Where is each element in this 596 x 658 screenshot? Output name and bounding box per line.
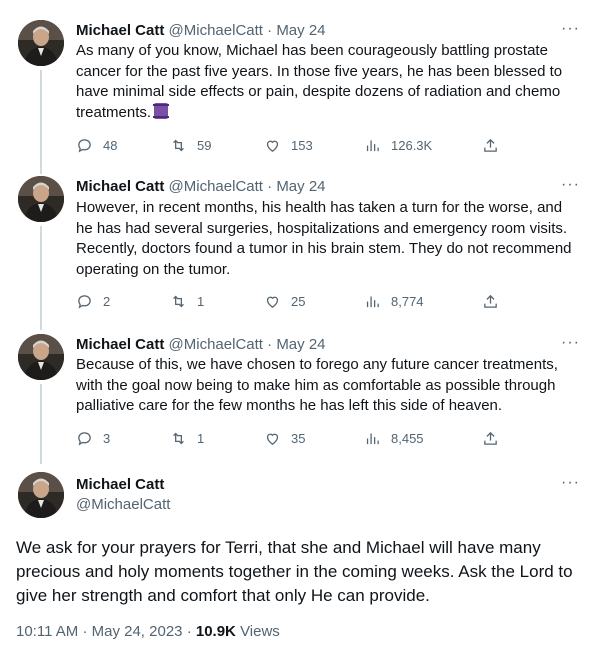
reply-icon — [78, 294, 91, 308]
author-handle[interactable]: @MichaelCatt — [169, 178, 263, 195]
tweet-full-date[interactable]: May 24, 2023 — [92, 623, 183, 640]
more-options-icon[interactable]: ··· — [561, 20, 580, 38]
views-count: 126.3K — [391, 137, 433, 153]
like-count: 153 — [291, 137, 313, 153]
retweet-icon — [173, 295, 184, 307]
reply-icon — [78, 138, 91, 152]
share-button[interactable] — [482, 291, 499, 311]
avatar[interactable] — [18, 176, 64, 222]
author-name[interactable]: Michael Catt — [76, 336, 164, 353]
share-icon — [484, 294, 497, 308]
views-count: 8,455 — [391, 430, 424, 446]
like-button[interactable]: 25 — [264, 291, 305, 311]
retweet-button[interactable]: 1 — [170, 428, 204, 448]
heart-icon — [266, 296, 279, 308]
avatar[interactable] — [18, 20, 64, 66]
tweet-date[interactable]: May 24 — [276, 178, 325, 195]
main-tweet-text: We ask for your prayers for Terri, that … — [16, 538, 573, 605]
separator-dot: · — [267, 22, 273, 39]
retweet-count: 1 — [197, 293, 205, 309]
avatar[interactable] — [18, 472, 64, 518]
author-name[interactable]: Michael Catt — [76, 178, 164, 195]
more-options-icon[interactable]: ··· — [561, 176, 580, 194]
views-count: 8,774 — [391, 293, 424, 309]
separator-dot: · — [82, 623, 88, 640]
tweet-meta: 10:11 AM · May 24, 2023 · 10.9K Views — [16, 623, 280, 640]
heart-icon — [266, 433, 279, 445]
retweet-button[interactable]: 1 — [170, 291, 204, 311]
separator-dot: · — [186, 623, 192, 640]
thread-line — [40, 70, 42, 174]
views-chart-icon — [366, 433, 379, 444]
avatar[interactable] — [18, 334, 64, 380]
purple-ribbon-emoji-icon — [153, 102, 170, 119]
views-button[interactable]: 8,774 — [364, 291, 424, 311]
like-count: 25 — [291, 293, 306, 309]
heart-icon — [266, 140, 279, 152]
retweet-icon — [173, 432, 184, 444]
separator-dot: · — [267, 178, 273, 195]
like-button[interactable]: 153 — [264, 135, 313, 155]
views-button[interactable]: 126.3K — [364, 135, 432, 155]
author-name[interactable]: Michael Catt — [76, 476, 164, 493]
author-handle[interactable]: @MichaelCatt — [76, 496, 170, 513]
tweet-time[interactable]: 10:11 AM — [16, 623, 78, 640]
tweet-text: Because of this, we have chosen to foreg… — [76, 356, 558, 414]
share-icon — [484, 431, 497, 445]
share-button[interactable] — [482, 428, 499, 448]
tweet-text: As many of you know, Michael has been co… — [76, 42, 563, 121]
tweet-date[interactable]: May 24 — [276, 336, 325, 353]
retweet-button[interactable]: 59 — [170, 135, 211, 155]
views-chart-icon — [366, 296, 379, 307]
tweet-date[interactable]: May 24 — [276, 22, 325, 39]
share-icon — [484, 138, 497, 152]
reply-count: 2 — [103, 293, 111, 309]
author-name[interactable]: Michael Catt — [76, 22, 164, 39]
reply-count: 48 — [103, 137, 118, 153]
views-button[interactable]: 8,455 — [364, 428, 424, 448]
views-chart-icon — [366, 140, 379, 151]
retweet-count: 1 — [197, 430, 205, 446]
thread-line — [40, 226, 42, 330]
separator-dot: · — [267, 336, 273, 353]
reply-count: 3 — [103, 430, 111, 446]
more-options-icon[interactable]: ··· — [561, 474, 580, 492]
share-button[interactable] — [482, 135, 499, 155]
reply-icon — [78, 431, 91, 445]
tweet-text: However, in recent months, his health ha… — [76, 199, 572, 278]
reply-button[interactable]: 2 — [76, 291, 110, 311]
reply-button[interactable]: 48 — [76, 135, 117, 155]
reply-button[interactable]: 3 — [76, 428, 110, 448]
thread-line — [40, 384, 42, 464]
more-options-icon[interactable]: ··· — [561, 334, 580, 352]
views-total: 10.9K — [195, 623, 236, 640]
author-handle[interactable]: @MichaelCatt — [169, 336, 263, 353]
retweet-count: 59 — [197, 137, 212, 153]
views-label: Views — [240, 623, 280, 640]
like-count: 35 — [291, 430, 306, 446]
author-handle[interactable]: @MichaelCatt — [169, 22, 263, 39]
like-button[interactable]: 35 — [264, 428, 305, 448]
retweet-icon — [173, 139, 184, 151]
